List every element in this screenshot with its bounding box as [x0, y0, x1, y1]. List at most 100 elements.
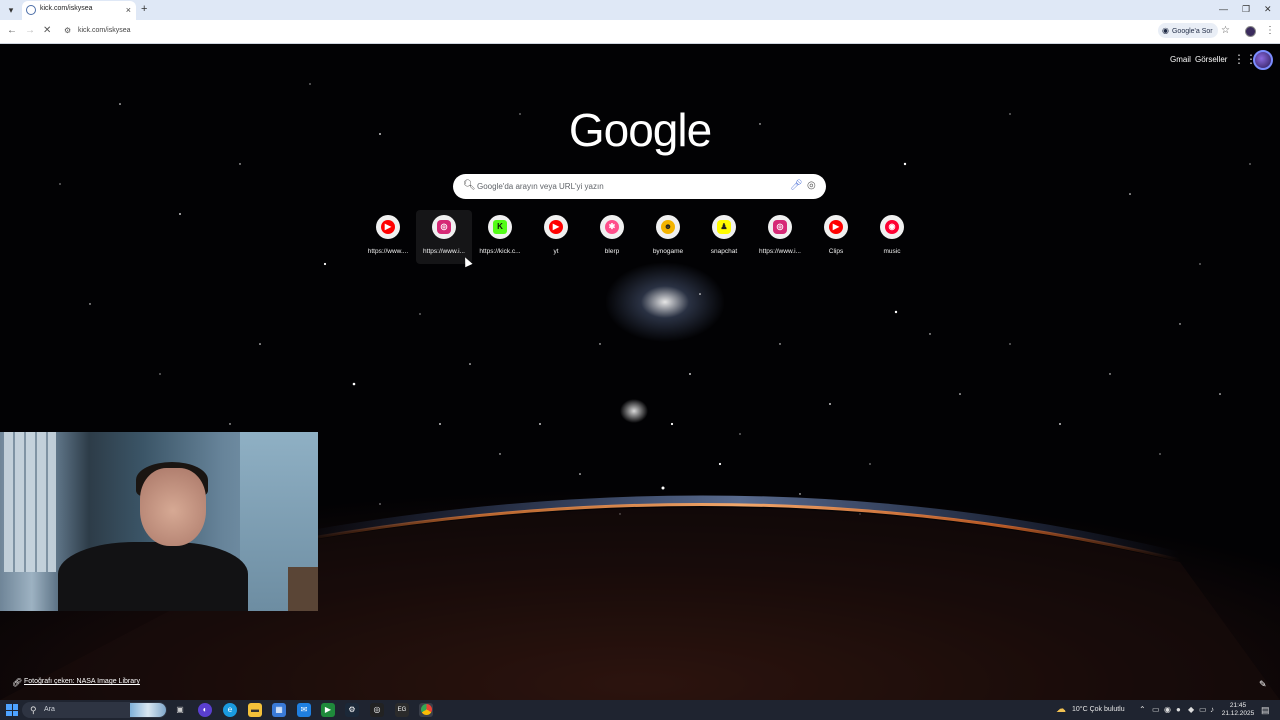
store-icon[interactable]: ▦	[272, 703, 286, 717]
steam-icon[interactable]: ⚙	[345, 703, 359, 717]
windows-start-icon[interactable]	[6, 704, 18, 716]
google-logo: Google	[568, 104, 712, 156]
search-highlight-image	[130, 703, 166, 717]
shortcuts-grid: ▶ https://www.... ◎ https://www.i... K h…	[360, 210, 920, 264]
bynogame-icon: ☻	[661, 220, 675, 234]
recording-app-icon[interactable]: ◎	[370, 703, 384, 717]
shortcut-tile[interactable]: ✱ blerp	[584, 210, 640, 264]
forward-icon[interactable]: →	[25, 25, 35, 37]
shortcut-icon-circle: ♟	[712, 215, 736, 239]
shortcut-tile[interactable]: K https://kick.c...	[472, 210, 528, 264]
weather-text[interactable]: 10°C Çok bulutlu	[1072, 706, 1125, 713]
shortcut-label: snapchat	[710, 248, 738, 255]
tray-app-icon[interactable]: ◉	[1164, 705, 1171, 715]
customize-pencil-icon[interactable]: ✎	[1259, 679, 1267, 689]
browser-toolbar: ← → ✕ ⚙ kick.com/iskysea	[0, 20, 1280, 44]
tray-app-icon[interactable]: ◆	[1188, 705, 1194, 715]
shortcut-icon-circle: ☻	[656, 215, 680, 239]
browser-menu-icon[interactable]: ⋮	[1265, 25, 1275, 37]
shortcut-label: https://kick.c...	[479, 248, 521, 255]
link-icon: 🔗︎	[12, 678, 23, 687]
account-avatar[interactable]	[1253, 50, 1273, 70]
shortcut-tile[interactable]: ▶ https://www....	[360, 210, 416, 264]
webcam-shelf	[288, 567, 318, 611]
instagram-icon: ◎	[437, 220, 451, 234]
notification-icon[interactable]: ▤	[1261, 705, 1270, 715]
shortcut-tile[interactable]: ☻ bynogame	[640, 210, 696, 264]
url-text[interactable]: kick.com/iskysea	[78, 27, 131, 34]
shortcut-label: Clips	[828, 248, 844, 255]
copilot-icon[interactable]: ◐	[198, 703, 212, 717]
shortcut-tile[interactable]: ▶ Clips	[808, 210, 864, 264]
window-close-icon[interactable]: ✕	[1264, 4, 1272, 14]
epic-games-icon[interactable]: EG	[395, 703, 409, 717]
bookmark-star-icon[interactable]: ☆	[1221, 25, 1230, 37]
weather-cloud-icon[interactable]: ☁	[1056, 704, 1066, 716]
tray-app-icon[interactable]: ▭	[1152, 705, 1160, 715]
site-info-icon[interactable]: ⚙	[64, 26, 71, 35]
snapchat-icon: ♟	[717, 220, 731, 234]
kick-icon: K	[493, 220, 507, 234]
photo-credit-link[interactable]: Fotoğrafı çeken: NASA Image Library	[24, 678, 140, 685]
minimize-icon[interactable]: —	[1219, 4, 1228, 14]
tab-close-icon[interactable]: ×	[126, 4, 131, 16]
shortcut-label: https://www....	[367, 248, 409, 255]
network-icon[interactable]: ▭	[1199, 705, 1207, 715]
shortcut-label: yt	[553, 248, 559, 255]
search-box[interactable]: 🔍︎ 🎤︎ ◎	[453, 174, 826, 199]
shortcut-label: https://www.i...	[759, 248, 801, 255]
search-input[interactable]	[477, 179, 777, 194]
blerp-icon: ✱	[605, 220, 619, 234]
task-view-icon[interactable]: ▣	[173, 703, 187, 717]
clock-time[interactable]: 21:45	[1224, 702, 1252, 709]
shortcut-tile[interactable]: ◎ https://www.i...	[416, 210, 472, 264]
mail-icon[interactable]: ✉	[297, 703, 311, 717]
tab-search-chevron-icon[interactable]: ▾	[4, 3, 18, 17]
google-lens-chip[interactable]: ◉ Google'a Sor	[1158, 23, 1218, 38]
tab-active[interactable]: kick.com/iskysea ×	[22, 1, 136, 20]
tray-overflow-icon[interactable]: ⌃	[1139, 705, 1146, 715]
tab-strip: ▾ kick.com/iskysea × + — ❐ ✕	[0, 0, 1280, 20]
shortcut-tile[interactable]: ◎ https://www.i...	[752, 210, 808, 264]
taskbar-search-label: Ara	[44, 706, 55, 713]
media-app-icon[interactable]: ▶	[321, 703, 335, 717]
restore-icon[interactable]: ❐	[1242, 4, 1250, 14]
shortcut-icon-circle: ◎	[432, 215, 456, 239]
address-bar[interactable]: ⚙ kick.com/iskysea	[58, 23, 1198, 40]
webcam-person-body	[58, 542, 248, 611]
new-tab-page: Gmail Görseller ⋮⋮⋮ Google 🔍︎ 🎤︎ ◎ ▶ htt…	[0, 44, 1280, 700]
lens-chip-icon: ◉	[1162, 26, 1169, 35]
shortcut-tile[interactable]: ▶ yt	[528, 210, 584, 264]
shortcut-label: bynogame	[652, 248, 684, 255]
tray-app-icon[interactable]: ●	[1176, 705, 1181, 715]
images-link[interactable]: Görseller	[1195, 55, 1227, 64]
gmail-link[interactable]: Gmail	[1170, 55, 1191, 64]
taskbar-search[interactable]: ⚲ Ara	[22, 702, 167, 718]
voice-search-icon[interactable]: 🎤︎	[790, 180, 803, 192]
shortcut-tile[interactable]: ◉ music	[864, 210, 920, 264]
instagram-icon: ◎	[773, 220, 787, 234]
profile-avatar-small[interactable]	[1245, 26, 1256, 37]
music-icon: ◉	[885, 220, 899, 234]
new-tab-button[interactable]: +	[141, 3, 147, 15]
chrome-icon[interactable]	[419, 703, 433, 717]
shortcut-icon-circle: ▶	[376, 215, 400, 239]
file-explorer-icon[interactable]: ▬	[248, 703, 262, 717]
shortcut-tile[interactable]: ♟ snapchat	[696, 210, 752, 264]
back-icon[interactable]: ←	[7, 25, 17, 37]
tab-title: kick.com/iskysea	[40, 5, 93, 12]
webcam-person-face	[140, 468, 206, 546]
volume-icon[interactable]: ♪	[1210, 705, 1214, 715]
search-icon: ⚲	[30, 705, 37, 715]
stop-loading-icon[interactable]: ✕	[43, 25, 51, 37]
clock-date[interactable]: 21.12.2025	[1220, 710, 1256, 717]
shortcut-icon-circle: ▶	[824, 215, 848, 239]
webcam-window-blinds	[4, 432, 56, 572]
lens-chip-label: Google'a Sor	[1171, 28, 1213, 35]
edge-icon[interactable]: e	[223, 703, 237, 717]
webcam-overlay	[0, 432, 318, 611]
shortcut-icon-circle: K	[488, 215, 512, 239]
shortcut-icon-circle: ✱	[600, 215, 624, 239]
youtube-icon: ▶	[381, 220, 395, 234]
lens-search-icon[interactable]: ◎	[807, 180, 816, 192]
